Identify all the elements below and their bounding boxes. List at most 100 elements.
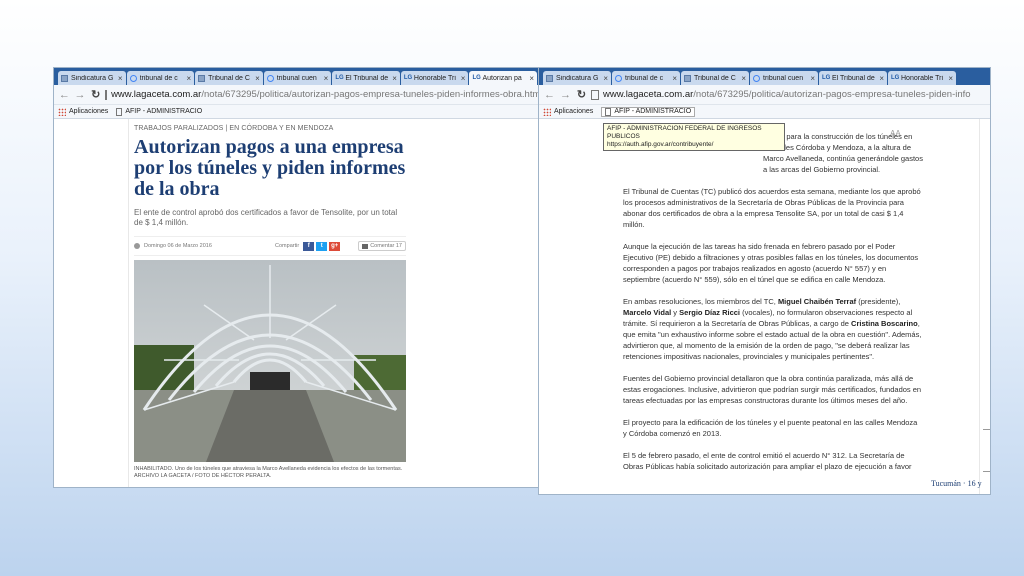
address-bar[interactable]: www.lagaceta.com.ar/nota/673295/politica… (591, 89, 971, 100)
bookmark-label: Aplicaciones (69, 108, 109, 115)
text: En ambas resoluciones, los miembros del … (623, 297, 778, 306)
lagaceta-icon: LG (335, 74, 344, 81)
tab[interactable]: LG El Tribunal de × (819, 71, 887, 85)
page-icon (605, 107, 612, 116)
person-name: Miguel Chaibén Terraf (777, 297, 857, 306)
close-icon[interactable]: × (186, 74, 191, 83)
article: TRABAJOS PARALIZADOS | EN CÓRDOBA Y EN M… (134, 125, 406, 480)
address-bar[interactable]: www.lagaceta.com.ar/nota/673295/politica… (105, 89, 538, 100)
browser-toolbar: ← → ↻ www.lagaceta.com.ar/nota/673295/po… (54, 85, 538, 105)
text: y (671, 308, 680, 317)
bookmark-apps[interactable]: Aplicaciones (58, 107, 109, 116)
back-arrow-icon[interactable]: ← (58, 89, 71, 101)
close-icon[interactable]: × (672, 74, 677, 83)
tab-title: Honorable Tri (901, 74, 944, 82)
tab-title: El Tribunal de (345, 74, 389, 82)
page-icon (546, 74, 553, 82)
subtitle: El ente de control aprobó dos certificad… (134, 208, 398, 227)
bookmarks-bar: Aplicaciones AFIP - ADMINISTRACIO (54, 105, 538, 119)
close-icon[interactable]: × (461, 74, 466, 83)
close-icon[interactable]: × (741, 74, 746, 83)
tab[interactable]: tribunal cuen × (263, 71, 332, 85)
tab-title: Autorizan pa (482, 74, 522, 82)
comment-button[interactable]: Comentar 17 (358, 241, 406, 251)
google-plus-icon[interactable]: g+ (329, 241, 341, 251)
photo-caption: INHABILITADO. Uno de los túneles que atr… (134, 466, 403, 479)
close-icon[interactable]: × (879, 74, 884, 83)
tab[interactable]: tribunal cuen × (750, 71, 818, 85)
tab-title: tribunal cuen (763, 74, 804, 82)
google-icon (129, 74, 137, 82)
back-arrow-icon[interactable]: ← (543, 89, 556, 101)
facebook-icon[interactable]: f (303, 241, 315, 251)
date: Domingo 06 de Marzo 2016 (144, 243, 212, 249)
paragraph: Aunque la ejecución de las tareas ha sid… (623, 242, 919, 284)
apps-grid-icon (543, 107, 551, 116)
paragraph: Fuentes del Gobierno provincial detallar… (623, 374, 922, 405)
side-tick (983, 429, 990, 430)
twitter-icon[interactable]: t (316, 241, 328, 251)
tab[interactable]: LG El Tribunal de × (332, 71, 400, 85)
page-content: TRABAJOS PARALIZADOS | EN CÓRDOBA Y EN M… (54, 119, 538, 487)
bookmark-afip-hovered[interactable]: AFIP - ADMINISTRACIO (601, 106, 696, 117)
lagaceta-icon: LG (403, 74, 413, 81)
forward-arrow-icon[interactable]: → (74, 89, 87, 101)
tab-title: Honorable Tri (413, 74, 456, 82)
close-icon[interactable]: × (392, 74, 397, 83)
bookmark-label: AFIP - ADMINISTRACIO (614, 108, 692, 115)
url-path: /nota/673295/politica/autorizan-pagos-em… (201, 89, 538, 100)
left-column (54, 119, 129, 487)
close-icon[interactable]: × (948, 74, 953, 83)
paragraph: El 5 de febrero pasado, el ente de contr… (623, 451, 912, 471)
tab[interactable]: tribunal de c × (126, 71, 195, 85)
page-content: AFIP - ADMINISTRACION FEDERAL DE INGRESO… (539, 119, 990, 494)
tab-title: tribunal cuen (276, 74, 317, 82)
page-icon (198, 74, 206, 82)
sidebar-snippet: Tucumán · 16 y (931, 479, 982, 488)
person-name: Marcelo Vidal (623, 308, 672, 317)
paragraph: El proyecto para la edificación de los t… (623, 418, 918, 438)
paragraph: El Tribunal de Cuentas (TC) publicó dos … (623, 187, 921, 229)
tab-active[interactable]: LG Autorizan pa × (469, 71, 538, 85)
url-host: www.lagaceta.com.ar (603, 89, 694, 100)
bookmark-apps[interactable]: Aplicaciones (543, 107, 593, 116)
forward-arrow-icon[interactable]: → (559, 89, 572, 101)
close-icon[interactable]: × (324, 74, 329, 83)
headline: Autorizan pagos a una empresa por los tú… (134, 136, 406, 200)
article-photo (134, 260, 406, 462)
bookmark-afip[interactable]: AFIP - ADMINISTRACIO (116, 107, 202, 116)
lagaceta-icon: LG (472, 74, 481, 81)
kicker: TRABAJOS PARALIZADOS | EN CÓRDOBA Y EN M… (134, 125, 334, 132)
tab-title: Tribunal de C (208, 74, 250, 82)
tab-title: El Tribunal de (832, 74, 875, 82)
lagaceta-icon: LG (822, 74, 831, 81)
tab[interactable]: Tribunal de C × (195, 71, 263, 85)
text: (presidente), (856, 297, 901, 306)
tab[interactable]: LG Honorable Tri × (400, 71, 469, 85)
tab-strip: Sindicatura G × tribunal de c × Tribunal d… (54, 68, 538, 85)
reload-icon[interactable]: ↻ (575, 88, 588, 101)
tab[interactable]: LG Honorable Tri × (888, 71, 956, 85)
close-icon[interactable]: × (118, 74, 123, 83)
google-icon (266, 74, 274, 82)
comment-count: 17 (395, 243, 402, 249)
person-name: Sergio Díaz Ricci (679, 308, 740, 317)
lagaceta-icon: LG (891, 74, 900, 81)
reload-icon[interactable]: ↻ (89, 88, 102, 101)
close-icon[interactable]: × (810, 74, 815, 83)
close-icon[interactable]: × (529, 74, 534, 83)
close-icon[interactable]: × (603, 74, 608, 83)
google-icon (753, 74, 760, 82)
tab[interactable]: Sindicatura G × (543, 71, 611, 85)
paragraph: En ambas resoluciones, los miembros del … (623, 296, 923, 362)
tab[interactable]: tribunal de c × (612, 71, 680, 85)
tab-title: Tribunal de C (694, 74, 736, 82)
tab[interactable]: Tribunal de C × (681, 71, 749, 85)
tab[interactable]: Sindicatura G × (58, 71, 126, 85)
left-browser-screenshot: Sindicatura G × tribunal de c × Tribunal d… (53, 67, 539, 488)
browser-toolbar: ← → ↻ www.lagaceta.com.ar/nota/673295/po… (539, 85, 990, 105)
page-icon (116, 107, 123, 116)
share-label: Compartir (275, 243, 300, 249)
close-icon[interactable]: × (255, 74, 260, 83)
side-tick (983, 471, 990, 472)
